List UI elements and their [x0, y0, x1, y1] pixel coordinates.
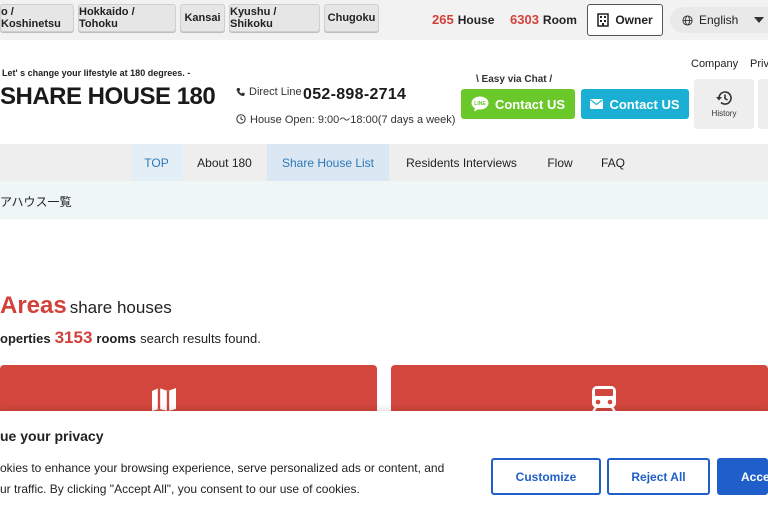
region-kyushu-shikoku-button[interactable]: Kyushu / Shikoku [229, 4, 320, 32]
line-contact-label: Contact US [494, 96, 566, 112]
room-count: 6303 Room [510, 12, 577, 27]
region-kansai-button[interactable]: Kansai [180, 4, 225, 32]
mail-contact-label: Contact US [609, 96, 680, 112]
line-icon: LINE [471, 96, 489, 112]
nav-flow[interactable]: Flow [534, 144, 586, 181]
history-label: History [711, 109, 737, 118]
room-count-number: 6303 [510, 12, 539, 27]
direct-line: Direct Line [236, 86, 302, 98]
company-link[interactable]: Company [691, 58, 738, 70]
phone-number[interactable]: 052-898-2714 [303, 86, 406, 104]
svg-text:LINE: LINE [474, 101, 486, 107]
privacy-link[interactable]: Priv [750, 58, 768, 70]
tagline: Let' s change your lifestyle at 180 degr… [2, 68, 191, 78]
room-count-label: Room [542, 13, 577, 27]
phone-icon [236, 87, 245, 97]
cookie-title: ue your privacy [0, 428, 104, 444]
search-by-station-card[interactable] [391, 365, 768, 415]
properties-label: operties [0, 331, 51, 346]
language-label: English [699, 13, 739, 27]
main-nav: TOP About 180 Share House List Residents… [0, 144, 768, 181]
region-hokkaido-tohoku-button[interactable]: Hokkaido / Tohoku [78, 4, 176, 32]
house-open-hours: House Open: 9:00～18:00(7 days a week) [236, 111, 455, 127]
house-count-label: House [457, 13, 495, 27]
accept-all-button[interactable]: Acce [717, 458, 768, 495]
globe-icon [682, 14, 693, 26]
cookie-text-line-2: ur traffic. By clicking "Accept All", yo… [0, 482, 360, 496]
page-title-highlight: Areas [0, 292, 67, 319]
cookie-banner: ue your privacy okies to enhance your br… [0, 411, 768, 512]
cookie-text: okies to enhance your browsing experienc… [0, 458, 470, 500]
result-suffix: search results found. [140, 331, 261, 346]
map-icon [152, 388, 176, 411]
train-icon [591, 386, 617, 413]
region-bar: o / Koshinetsu Hokkaido / Tohoku Kansai … [0, 0, 768, 40]
clock-icon [236, 114, 246, 124]
line-contact-button[interactable]: LINE Contact US [461, 89, 575, 119]
mail-contact-button[interactable]: Contact US [581, 89, 689, 119]
customize-button[interactable]: Customize [491, 458, 601, 495]
nav-about[interactable]: About 180 [182, 144, 267, 181]
region-koshinetsu-button[interactable]: o / Koshinetsu [0, 4, 74, 32]
page-title: Areas share houses [0, 292, 172, 320]
history-icon [716, 91, 732, 105]
breadcrumb: アハウス一覧 [0, 195, 72, 209]
next-header-button-partial[interactable] [758, 79, 768, 129]
history-button[interactable]: History [694, 79, 754, 129]
logo[interactable]: SHARE HOUSE 180 [0, 83, 216, 111]
building-icon [597, 13, 610, 27]
caret-down-icon [754, 17, 765, 23]
direct-line-label: Direct Line [249, 86, 302, 98]
region-chugoku-button[interactable]: Chugoku [324, 4, 379, 32]
breadcrumb-bar [0, 181, 768, 219]
rooms-label: rooms [96, 331, 137, 346]
owner-label: Owner [615, 13, 653, 27]
reject-all-button[interactable]: Reject All [607, 458, 710, 495]
page-title-rest: share houses [69, 298, 172, 317]
nav-faq[interactable]: FAQ [586, 144, 640, 181]
nav-share-house-list[interactable]: Share House List [267, 144, 389, 181]
owner-button[interactable]: Owner [587, 4, 663, 36]
nav-top[interactable]: TOP [131, 144, 182, 181]
rooms-count: 3153 [54, 328, 93, 347]
search-result-summary: operties 3153 rooms search results found… [0, 328, 261, 348]
envelope-icon [590, 99, 604, 109]
search-by-area-card[interactable] [0, 365, 377, 415]
house-open-text: House Open: 9:00～18:00(7 days a week) [250, 114, 456, 126]
cookie-text-line-1: okies to enhance your browsing experienc… [0, 461, 445, 475]
house-count-number: 265 [432, 12, 454, 27]
easy-chat-label: \ Easy via Chat / [476, 74, 553, 85]
house-count: 265 House [432, 12, 494, 27]
nav-residents-interviews[interactable]: Residents Interviews [389, 144, 534, 181]
language-selector[interactable]: English [670, 7, 768, 33]
